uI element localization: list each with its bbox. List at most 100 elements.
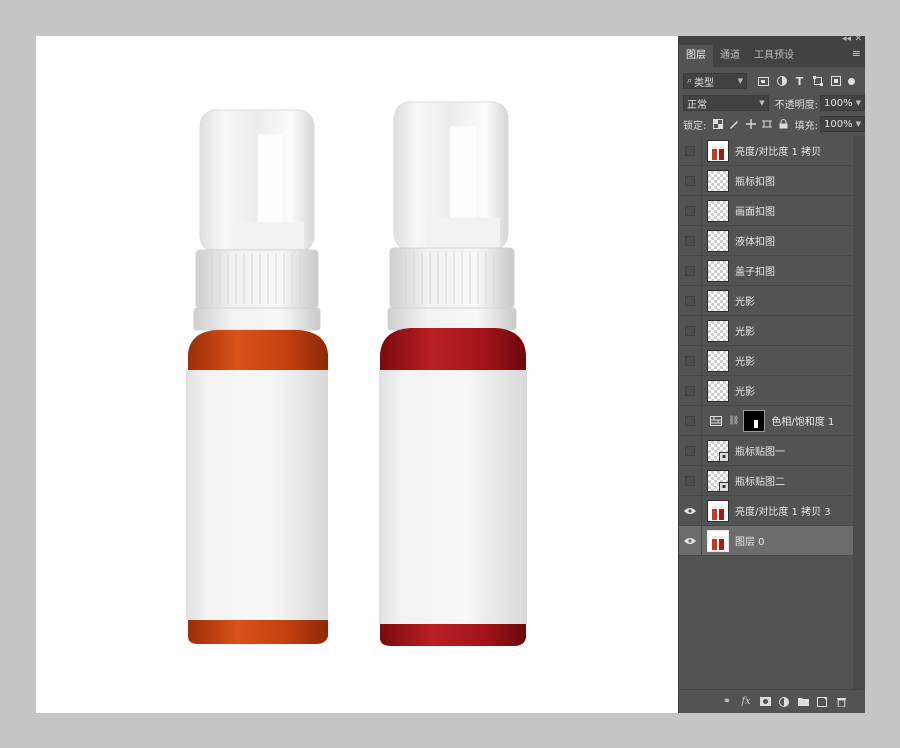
mask-link-icon[interactable]: ⛓ bbox=[728, 416, 739, 426]
document-canvas[interactable] bbox=[36, 36, 678, 713]
mask-icon[interactable] bbox=[759, 696, 771, 708]
hidden-eye-icon bbox=[685, 145, 695, 156]
filter-kind-value: 类型 bbox=[694, 77, 715, 89]
link-icon[interactable]: ⚭ bbox=[721, 696, 733, 708]
lock-all-icon[interactable] bbox=[778, 119, 788, 130]
panel-tabs: 图层 通道 工具预设 bbox=[679, 45, 865, 67]
bottle-mockup-image bbox=[186, 101, 527, 646]
layer-thumbnail bbox=[707, 289, 729, 312]
layer-name: 液体扣图 bbox=[735, 237, 775, 248]
smart-object-icon: ▪ bbox=[719, 481, 729, 492]
opacity-value: 100% bbox=[824, 97, 853, 109]
layer-row[interactable]: 图层 0 bbox=[679, 526, 853, 556]
filter-row: ⌕ 类型 ▼ T bbox=[679, 71, 865, 91]
filter-type-icon[interactable]: T bbox=[793, 75, 806, 88]
layer-thumbnail: ▪ bbox=[707, 439, 729, 462]
tab-channels[interactable]: 通道 bbox=[713, 45, 747, 67]
layer-list-scrollbar[interactable] bbox=[853, 136, 865, 689]
layer-row[interactable]: 光影 bbox=[679, 376, 853, 406]
blend-mode-select[interactable]: 正常 ▼ bbox=[683, 95, 769, 111]
layer-thumbnail bbox=[707, 199, 729, 222]
layer-row[interactable]: 盖子扣图 bbox=[679, 256, 853, 286]
adjustment-icon[interactable] bbox=[778, 696, 790, 708]
layer-name: 瓶标贴图二 bbox=[735, 477, 785, 488]
lock-label: 锁定: bbox=[683, 120, 707, 132]
visibility-toggle[interactable] bbox=[679, 466, 702, 495]
filter-pixel-icon[interactable] bbox=[757, 75, 770, 88]
filter-smartobject-icon[interactable] bbox=[829, 75, 842, 88]
layer-row[interactable]: ▪ 瓶标贴图二 bbox=[679, 466, 853, 496]
hue-saturation-adjustment-icon bbox=[710, 415, 722, 426]
tab-tool-presets[interactable]: 工具预设 bbox=[747, 45, 801, 67]
layers-panel: ◂◂ ✕ 图层 通道 工具预设 ≡ ⌕ 类型 ▼ T 正常 ▼ 不透明度: 10… bbox=[678, 34, 865, 713]
hidden-eye-icon bbox=[685, 355, 695, 366]
blend-row: 正常 ▼ 不透明度: 100% ▼ bbox=[679, 94, 865, 112]
layer-mask-thumbnail[interactable] bbox=[743, 409, 766, 432]
visibility-toggle[interactable] bbox=[679, 406, 702, 435]
filter-adjustment-icon[interactable] bbox=[775, 75, 788, 88]
layer-row[interactable]: 光影 bbox=[679, 346, 853, 376]
hidden-eye-icon bbox=[685, 265, 695, 276]
hidden-eye-icon bbox=[685, 325, 695, 336]
hidden-eye-icon bbox=[685, 445, 695, 456]
layer-thumbnail bbox=[707, 499, 729, 522]
visibility-toggle[interactable] bbox=[679, 376, 702, 405]
layer-name: 瓶标贴图一 bbox=[735, 447, 785, 458]
new-layer-icon[interactable] bbox=[816, 696, 828, 708]
lock-artboard-icon[interactable] bbox=[761, 119, 772, 130]
hidden-eye-icon bbox=[685, 415, 695, 426]
fill-value: 100% bbox=[824, 118, 853, 130]
filter-toggle-icon[interactable] bbox=[848, 77, 855, 85]
layer-row[interactable]: ⛓ 色相/饱和度 1 bbox=[679, 406, 853, 436]
layer-row[interactable]: 光影 bbox=[679, 316, 853, 346]
visibility-toggle[interactable] bbox=[679, 436, 702, 465]
layer-name: 图层 0 bbox=[735, 537, 765, 548]
layer-name: 盖子扣图 bbox=[735, 267, 775, 278]
panel-menu-icon[interactable]: ≡ bbox=[852, 47, 861, 60]
layer-row[interactable]: 液体扣图 bbox=[679, 226, 853, 256]
layer-row[interactable]: 亮度/对比度 1 拷贝 3 bbox=[679, 496, 853, 526]
layer-name: 光影 bbox=[735, 357, 755, 368]
layer-row[interactable]: 光影 bbox=[679, 286, 853, 316]
filter-kind-select[interactable]: ⌕ 类型 ▼ bbox=[683, 73, 747, 89]
folder-icon[interactable] bbox=[797, 696, 809, 708]
layer-row[interactable]: 亮度/对比度 1 拷贝 bbox=[679, 136, 853, 166]
collapse-icon[interactable]: ◂◂ bbox=[842, 34, 851, 44]
visibility-toggle[interactable] bbox=[679, 346, 702, 375]
lock-paint-icon[interactable] bbox=[729, 119, 739, 130]
trash-icon[interactable] bbox=[835, 696, 847, 708]
visibility-toggle[interactable] bbox=[679, 286, 702, 315]
layer-thumbnail bbox=[707, 259, 729, 282]
tab-layers[interactable]: 图层 bbox=[679, 45, 713, 67]
fx-icon[interactable]: fx bbox=[740, 696, 752, 708]
hidden-eye-icon bbox=[685, 295, 695, 306]
visibility-toggle[interactable] bbox=[679, 166, 702, 195]
layer-row[interactable]: 瓶标扣图 bbox=[679, 166, 853, 196]
layer-row[interactable]: 画面扣图 bbox=[679, 196, 853, 226]
layer-name: 亮度/对比度 1 拷贝 bbox=[735, 147, 822, 158]
layer-name: 亮度/对比度 1 拷贝 3 bbox=[735, 507, 831, 518]
fill-input[interactable]: 100% ▼ bbox=[820, 116, 865, 132]
hidden-eye-icon bbox=[685, 205, 695, 216]
layer-name: 光影 bbox=[735, 327, 755, 338]
visibility-toggle[interactable] bbox=[679, 226, 702, 255]
layer-list: 亮度/对比度 1 拷贝 瓶标扣图 画面扣图 液体扣图 盖子扣图 光影 光影 光影… bbox=[679, 136, 853, 556]
lock-transparent-icon[interactable] bbox=[712, 119, 723, 130]
smart-object-icon: ▪ bbox=[719, 451, 729, 462]
layer-row[interactable]: ▪ 瓶标贴图一 bbox=[679, 436, 853, 466]
visibility-toggle[interactable] bbox=[679, 526, 702, 555]
lock-move-icon[interactable] bbox=[745, 119, 756, 130]
visibility-toggle[interactable] bbox=[679, 316, 702, 345]
close-icon[interactable]: ✕ bbox=[854, 34, 862, 44]
visibility-toggle[interactable] bbox=[679, 496, 702, 525]
layer-thumbnail bbox=[707, 139, 729, 162]
layer-thumbnail bbox=[707, 379, 729, 402]
visibility-toggle[interactable] bbox=[679, 136, 702, 165]
opacity-input[interactable]: 100% ▼ bbox=[820, 95, 865, 111]
visibility-toggle[interactable] bbox=[679, 256, 702, 285]
opacity-label: 不透明度: bbox=[774, 99, 819, 111]
filter-shape-icon[interactable] bbox=[811, 75, 824, 88]
chevron-down-icon: ▼ bbox=[855, 99, 861, 107]
visibility-toggle[interactable] bbox=[679, 196, 702, 225]
fill-label: 填充: bbox=[794, 120, 819, 132]
